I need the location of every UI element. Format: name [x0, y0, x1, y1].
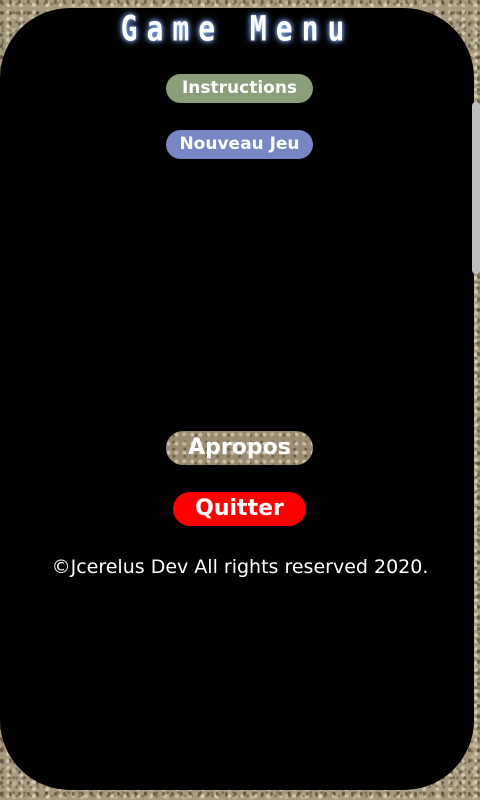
game-menu-title: Game Menu — [120, 7, 354, 50]
scrollbar[interactable] — [472, 102, 480, 274]
quit-button[interactable]: Quitter — [173, 492, 306, 526]
new-game-button[interactable]: Nouveau Jeu — [166, 130, 313, 159]
copyright-text: ©Jcerelus Dev All rights reserved 2020. — [51, 556, 429, 578]
instructions-button[interactable]: Instructions — [166, 74, 313, 103]
about-button[interactable]: Apropos — [166, 431, 313, 465]
menu-panel — [0, 8, 474, 790]
